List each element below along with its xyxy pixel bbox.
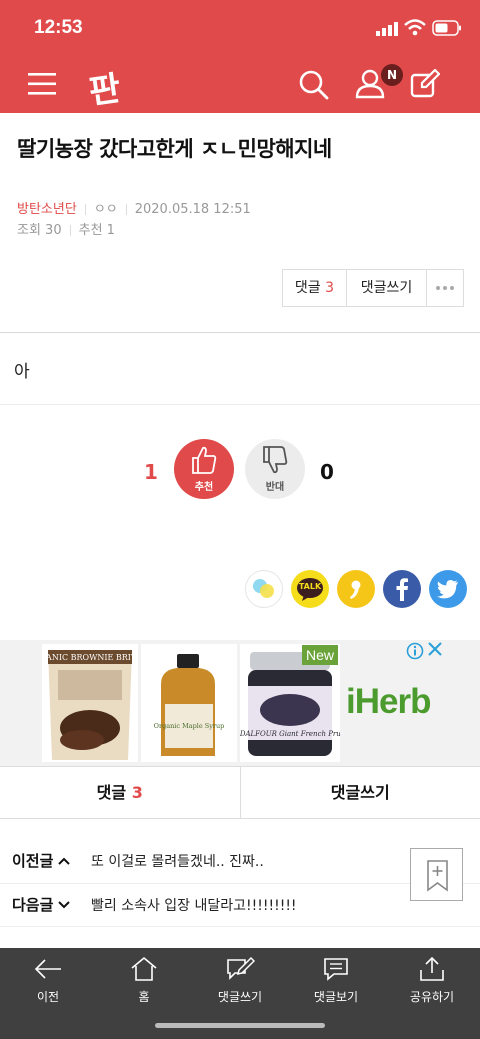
kakaotalk-share-button[interactable]: TALK [291,570,329,608]
tab-comment-count: 3 [131,783,143,802]
kakaostory-icon [350,580,361,599]
home-indicator [155,1023,325,1028]
post-datetime: 2020.05.18 12:51 [134,202,251,217]
more-options-icon[interactable] [427,270,463,306]
ad-product-maple-syrup[interactable]: Organic Maple Syrup [141,644,237,762]
band-share-button[interactable] [245,570,283,608]
top-app-bar: 12:53 판 N [0,0,480,113]
kakaostory-share-button[interactable] [337,570,375,608]
bottom-nav-label: 공유하기 [409,990,455,1004]
brownie-brittle-bag-icon: ORGANIC BROWNIE BRITTLE [27,650,153,760]
write-comment-icon [227,956,255,980]
prev-post-label: 이전글 [12,852,54,870]
hamburger-menu-icon[interactable] [28,71,58,97]
tab-write-comment[interactable]: 댓글쓰기 [241,767,480,818]
divider [0,332,480,333]
post-action-buttons: 댓글 3 댓글쓰기 [282,269,464,307]
divider [69,225,71,236]
bookmark-button[interactable] [410,848,463,901]
post-recommend: 추천 1 [78,223,115,238]
post-body: 아 [14,362,30,382]
comment-count: 3 [325,280,335,296]
upvote-button[interactable]: 추천 [174,439,234,499]
facebook-icon [396,578,408,601]
post-author-sub: ㅇㅇ [93,202,118,217]
post-author[interactable]: 방탄소년단 [17,202,77,217]
downvote-label: 반대 [265,482,285,493]
bottom-nav-write-comment[interactable]: 댓글쓰기 [192,956,288,1005]
ad-product-label: ST. DALFOUR Giant French Prunes [240,730,340,738]
thumbs-up-icon [192,446,217,474]
bottom-nav-label: 댓글쓰기 [217,990,263,1004]
bookmark-add-icon [427,860,448,892]
chevron-up-icon [58,857,70,865]
bottom-nav-label: 홈 [138,990,150,1004]
bottom-nav-label: 이전 [36,990,60,1004]
nav-bar: 판 N [0,56,480,113]
ad-info-icon[interactable] [406,642,424,660]
bottom-nav-label: 댓글보기 [313,990,359,1004]
prev-post-title: 또 이걸로 몰려들겠네.. 진짜.. [91,854,264,870]
upvote-label: 추천 [194,482,214,493]
bottom-nav-home[interactable]: 홈 [96,956,192,1005]
thumbs-down-icon [263,446,288,474]
bottom-nav-view-comments[interactable]: 댓글보기 [288,956,384,1005]
divider [84,204,86,215]
downvote-button[interactable]: 반대 [245,439,305,499]
post-meta-author: 방탄소년단 ㅇㅇ 2020.05.18 12:51 [17,198,251,217]
post-title: 딸기농장 갔다고한게 ㅈㄴ민망해지네 [17,137,332,161]
share-icon [420,956,444,981]
back-arrow-icon [34,959,61,979]
iherb-logo[interactable]: iHerb [346,682,431,722]
divider [125,204,127,215]
status-time: 12:53 [34,17,83,38]
post-meta-stats: 조회 30 추천 1 [17,219,115,238]
prev-post-link[interactable]: 이전글 또 이걸로 몰려들겠네.. 진짜.. [0,840,480,883]
divider [0,926,480,927]
band-icon [253,579,274,598]
ad-product-label: ORGANIC BROWNIE BRITTLE [42,653,138,662]
ad-close-icon[interactable] [427,641,443,657]
pann-logo[interactable]: 판 [85,59,130,113]
bottom-nav-share[interactable]: 공유하기 [384,956,480,1005]
home-icon [131,956,157,981]
divider [0,404,480,405]
new-badge: New [302,645,338,665]
bottom-nav-back[interactable]: 이전 [0,956,96,1005]
twitter-share-button[interactable] [429,570,467,608]
bottom-nav-bar: 이전 홈 댓글쓰기 댓글보기 공유하기 [0,948,480,1039]
post-views: 조회 30 [17,223,62,238]
upvote-count: 1 [144,460,158,484]
wifi-icon [404,19,426,36]
downvote-count: 0 [320,460,334,484]
comments-button[interactable]: 댓글 3 [283,270,347,306]
write-comment-button[interactable]: 댓글쓰기 [347,270,427,306]
tab-comments[interactable]: 댓글 3 [0,767,241,818]
write-post-icon[interactable] [410,69,440,99]
ad-product-brownie-brittle[interactable]: ORGANIC BROWNIE BRITTLE [27,644,153,762]
twitter-icon [437,580,458,599]
status-bar: 12:53 [0,0,480,56]
notification-badge: N [381,64,403,86]
view-comments-icon [324,958,348,981]
kakaotalk-label: TALK [298,582,322,591]
next-post-label: 다음글 [12,896,54,914]
next-post-title: 빨리 소속사 입장 내달라고!!!!!!!!! [91,898,297,914]
battery-icon [432,20,461,36]
comment-tabs: 댓글 3 댓글쓰기 [0,766,480,819]
next-post-link[interactable]: 다음글 빨리 소속사 입장 내달라고!!!!!!!!! [0,884,480,927]
signal-icon [376,22,398,36]
maple-syrup-jug-icon: Organic Maple Syrup [154,654,225,756]
search-icon[interactable] [297,68,329,100]
ad-product-label: Organic Maple Syrup [154,722,225,730]
facebook-share-button[interactable] [383,570,421,608]
chevron-down-icon [58,901,70,909]
